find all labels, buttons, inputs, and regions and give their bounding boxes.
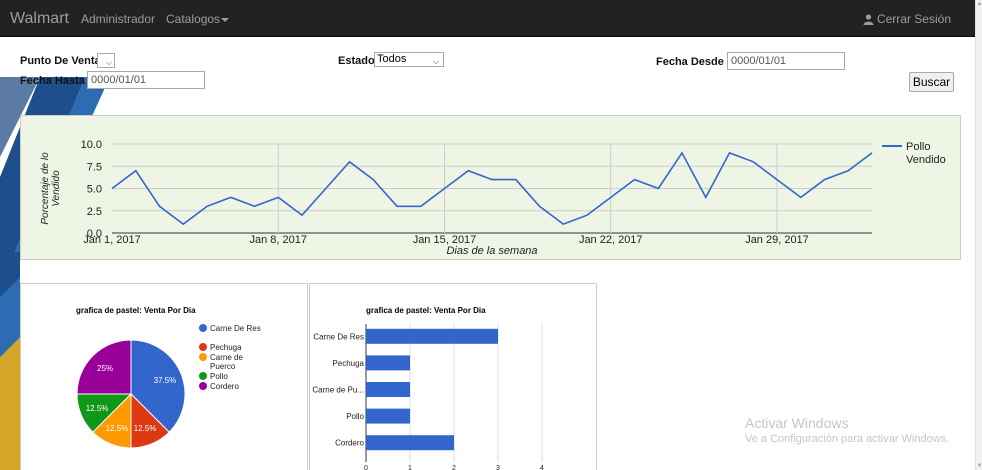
fecha-hasta-input[interactable]: 0000/01/01	[87, 71, 205, 89]
legend-dot-icon	[199, 324, 207, 332]
y-axis-title-line-1: Porcentaje de lo	[40, 152, 51, 225]
fecha-desde-label: Fecha Desde	[656, 56, 724, 68]
legend-label: Carne De Res	[210, 324, 261, 333]
legend-label: Pollo	[210, 372, 228, 381]
punto-venta-label: Punto De Venta	[20, 55, 101, 67]
bar-chart-panel: grafica de pastel: Venta Por Dia 0 1 2 3 4 Ca…	[309, 283, 597, 470]
punto-venta-select[interactable]: ⌵	[97, 53, 115, 68]
logout-label: Cerrar Sesión	[876, 12, 951, 26]
legend-item: Carne de Puerco	[199, 353, 262, 371]
pie-chart: 37.5% 12.5% 12.5% 12.5% 25%	[76, 339, 186, 449]
bar-chart: 0 1 2 3 4 Carne De Res Pechuga Carne de Pu... Po…	[312, 324, 544, 470]
buscar-button[interactable]: Buscar	[909, 72, 954, 92]
legend-label: Carne de Puerco	[210, 353, 243, 371]
line-chart: 0.02.55.07.510.0Jan 1, 2017 Jan 8, 2017 Ja…	[40, 139, 946, 257]
category-label: Carne de Pu...	[312, 386, 364, 395]
legend-label: Pechuga	[210, 343, 242, 352]
legend-item: Pechuga	[199, 343, 262, 352]
y-tick-label: 10.0	[81, 139, 102, 151]
nav-item-administrador[interactable]: Administrador	[81, 12, 155, 26]
x-tick-label: Jan 22, 2017	[579, 234, 643, 246]
y-tick-label: 5.0	[87, 184, 102, 196]
x-tick-label: 0	[364, 465, 368, 470]
pie-slice-label: 12.5%	[86, 404, 109, 413]
top-navbar: Walmart Administrador Catalogos Cerrar S…	[0, 0, 975, 37]
vertical-scrollbar[interactable]: ▲ ▼	[975, 0, 982, 470]
category-label: Cordero	[335, 439, 364, 448]
y-tick-label: 7.5	[87, 161, 102, 173]
watermark-title: Activar Windows	[745, 415, 849, 431]
chevron-down-icon: ⌵	[105, 58, 112, 67]
x-tick-label: 4	[540, 465, 544, 470]
estado-value: Todos	[377, 53, 407, 65]
bar	[366, 355, 410, 371]
chevron-down-icon	[221, 17, 230, 22]
fecha-desde-input[interactable]: 0000/01/01	[727, 52, 845, 70]
brand-link[interactable]: Walmart	[10, 10, 69, 28]
nav-item-catalogos[interactable]: Catalogos	[166, 12, 230, 26]
legend-item: Cordero	[199, 382, 262, 391]
legend-dot-icon	[199, 343, 207, 351]
scroll-up-arrow-icon[interactable]: ▲	[976, 0, 982, 8]
windows-activation-watermark: Activar Windows Ve a Configuración para …	[745, 415, 949, 445]
line-chart-panel: 0.0 2.5 5.0 7.5 10.0 Jan 1, 2017 Jan 8, 2017 Ja…	[20, 115, 961, 260]
pie-slice-label: 37.5%	[154, 376, 177, 385]
user-icon	[863, 13, 874, 25]
chevron-down-icon: ⌵	[432, 57, 439, 66]
nav-item-catalogos-label: Catalogos	[166, 12, 221, 26]
bar	[366, 435, 454, 451]
category-label: Pollo	[346, 412, 364, 421]
legend-dot-icon	[199, 372, 207, 380]
pie-slice-label: 12.5%	[134, 424, 157, 433]
estado-label: Estado	[338, 55, 375, 67]
legend-dot-icon	[199, 353, 207, 361]
pie-slice-label: 12.5%	[106, 424, 129, 433]
pie-slice-label: 25%	[97, 364, 113, 373]
legend-item: Pollo	[199, 372, 262, 381]
estado-select[interactable]: Todos ⌵	[374, 52, 444, 67]
legend-label-line-2: Vendido	[906, 154, 946, 166]
fecha-hasta-label: Fecha Hasta	[20, 75, 85, 87]
x-tick-label: 1	[408, 465, 412, 470]
x-tick-label: Jan 29, 2017	[745, 234, 809, 246]
scroll-down-arrow-icon[interactable]: ▼	[976, 462, 982, 470]
bar	[366, 382, 410, 397]
x-axis-title: Dias de la semana	[446, 245, 537, 257]
category-label: Carne De Res	[313, 332, 364, 341]
pie-chart-panel: grafica de pastel: Venta Por Dia 37.5% 12…	[20, 283, 308, 470]
category-label: Pechuga	[332, 359, 364, 368]
x-tick-label: Jan 1, 2017	[83, 234, 141, 246]
legend-dot-icon	[199, 382, 207, 390]
y-tick-label: 2.5	[87, 206, 102, 218]
y-axis-title-line-2: Vendido	[51, 170, 62, 207]
watermark-subtitle: Ve a Configuración para activar Windows.	[745, 433, 950, 445]
bar	[366, 328, 498, 344]
logout-link[interactable]: Cerrar Sesión	[863, 12, 951, 26]
legend-item: Carne De Res	[199, 324, 262, 333]
legend-label: Cordero	[210, 382, 239, 391]
x-tick-label: 2	[452, 465, 456, 470]
x-tick-label: 3	[496, 465, 500, 470]
legend-label-line-1: Pollo	[906, 141, 930, 153]
bar	[366, 408, 410, 424]
x-tick-label: Jan 8, 2017	[250, 234, 308, 246]
